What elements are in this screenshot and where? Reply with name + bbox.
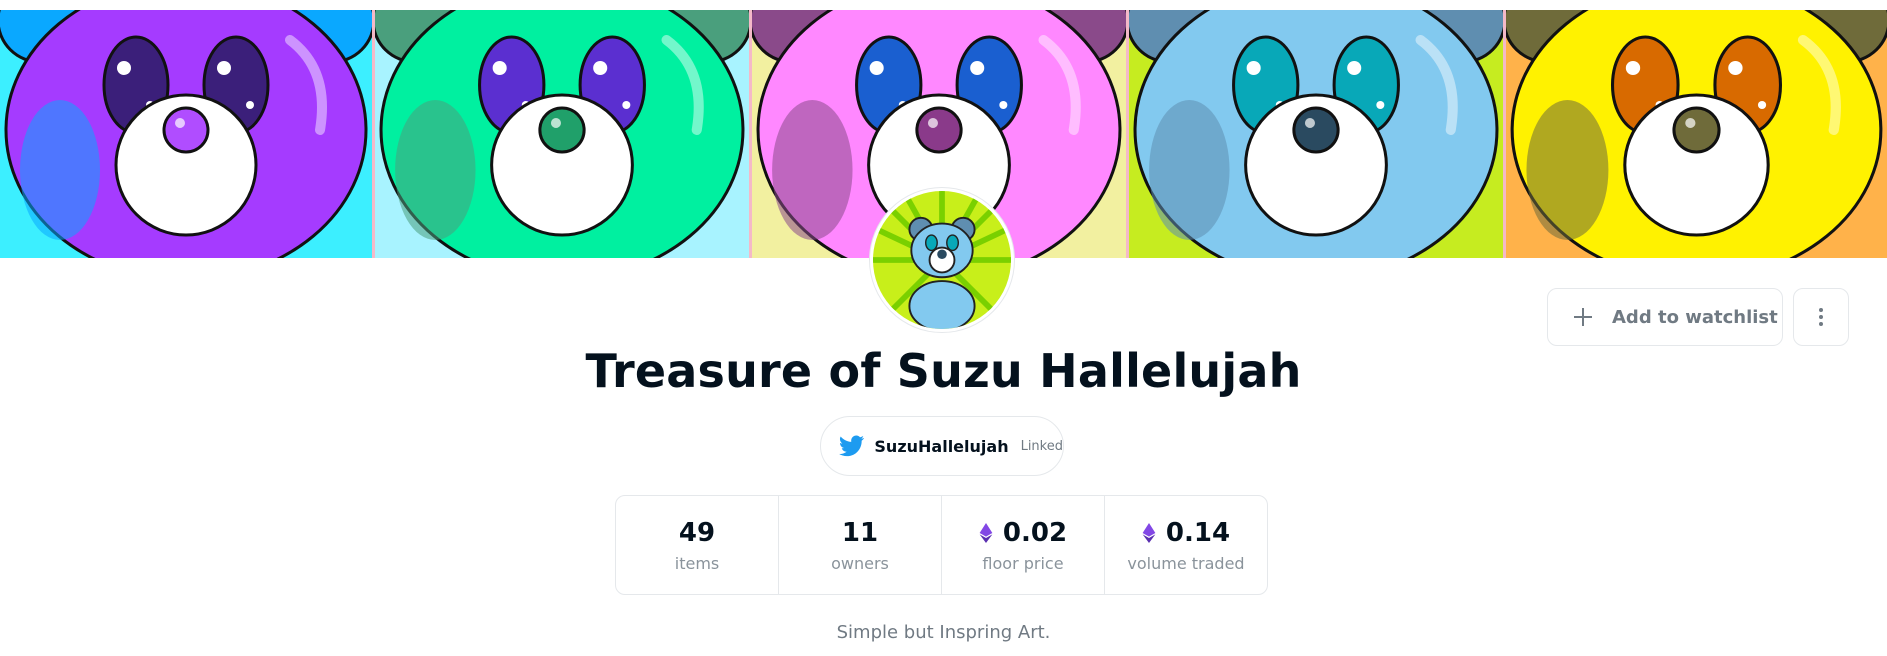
banner-bear-panel — [1129, 10, 1503, 258]
stat-volume-traded[interactable]: 0.14 volume traded — [1105, 496, 1267, 594]
add-to-watchlist-label: Add to watchlist — [1612, 306, 1778, 328]
more-vertical-icon — [1819, 308, 1823, 326]
collection-title: Treasure of Suzu Hallelujah — [585, 344, 1302, 398]
stat-value: 49 — [679, 518, 715, 548]
collection-actions: Add to watchlist — [1547, 288, 1849, 346]
stat-number: 49 — [678, 517, 716, 548]
twitter-link[interactable]: SuzuHallelujah Linked — [820, 416, 1064, 476]
plus-icon — [1572, 306, 1594, 328]
stat-items[interactable]: 49 items — [616, 496, 779, 594]
stat-value: 0.14 — [1142, 518, 1230, 548]
stat-label: floor price — [982, 553, 1064, 573]
avatar-bear-image — [873, 191, 1011, 329]
twitter-handle: SuzuHallelujah — [874, 436, 1009, 456]
bear-illustration — [1506, 10, 1887, 258]
stat-label: volume traded — [1127, 553, 1245, 573]
collection-avatar[interactable] — [870, 188, 1014, 332]
stat-value: 11 — [842, 518, 878, 548]
bear-illustration — [1129, 10, 1503, 258]
more-options-button[interactable] — [1793, 288, 1849, 346]
banner-bear-panel — [375, 10, 749, 258]
stat-owners[interactable]: 11 owners — [779, 496, 942, 594]
stat-number: 11 — [841, 517, 879, 548]
collection-description: Simple but Inspring Art. — [836, 622, 1051, 643]
twitter-icon — [839, 435, 865, 457]
bear-illustration — [0, 10, 372, 258]
banner-bear-panel — [0, 10, 372, 258]
banner-bear-panel — [1506, 10, 1887, 258]
stat-floor-price[interactable]: 0.02 floor price — [942, 496, 1105, 594]
twitter-linked-badge: Linked — [1020, 438, 1063, 454]
stat-number: 0.14 — [1165, 517, 1231, 548]
ethereum-icon — [979, 522, 993, 543]
ethereum-icon — [1142, 522, 1156, 543]
add-to-watchlist-button[interactable]: Add to watchlist — [1547, 288, 1783, 346]
stat-value: 0.02 — [979, 518, 1067, 548]
stat-number: 0.02 — [1002, 517, 1068, 548]
bear-illustration — [375, 10, 749, 258]
stat-label: items — [674, 553, 720, 573]
stat-label: owners — [831, 553, 889, 573]
collection-stats: 49 items 11 owners 0.02 floor price 0.14… — [615, 495, 1268, 595]
